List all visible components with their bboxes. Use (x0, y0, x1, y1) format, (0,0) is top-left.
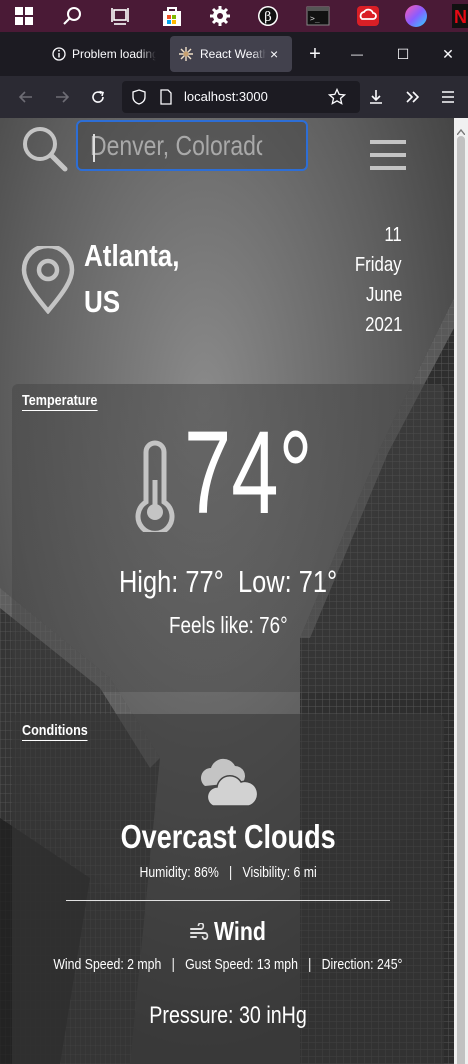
scrollbar-thumb[interactable] (457, 136, 465, 1064)
location-pin-icon (20, 246, 76, 314)
maximize-button[interactable]: ☐ (391, 42, 415, 66)
pressure-value: Pressure: 30 inHg (149, 1002, 307, 1029)
temperature-card: Temperature 74° High: 77° Low: 71° Feels… (12, 384, 444, 692)
tab-react-weather[interactable]: React Weather App × (170, 36, 292, 72)
page-icon (160, 89, 172, 105)
conditions-card: Conditions Overcast Clouds Humidity: 86%… (12, 714, 444, 1064)
hamburger-menu-icon[interactable] (370, 140, 408, 172)
date-year: 2021 (364, 314, 402, 336)
high-temperature: High: 77° (118, 564, 224, 599)
app-menu-icon[interactable] (436, 85, 460, 109)
browser-nav-bar: localhost:3000 (0, 76, 468, 118)
new-tab-button[interactable]: + (303, 42, 327, 66)
divider (66, 900, 390, 901)
task-view-icon[interactable] (106, 2, 134, 30)
back-arrow-icon[interactable] (14, 85, 38, 109)
windows-start-icon[interactable] (10, 2, 38, 30)
text-caret (93, 134, 95, 162)
separator: | (308, 956, 312, 973)
tab-problem-loading[interactable]: Problem loading page (44, 36, 164, 72)
svg-text:>_: >_ (310, 14, 320, 23)
separator: | (171, 956, 175, 973)
url-text: localhost:3000 (184, 89, 268, 104)
date-weekday: Friday (355, 254, 402, 276)
terminal-icon[interactable]: >_ (304, 2, 332, 30)
cloud-icon (197, 756, 261, 808)
search-icon[interactable] (20, 124, 68, 172)
minimize-button[interactable]: — (345, 42, 369, 66)
wind-speed-value: Wind Speed: 2 mph (53, 956, 162, 973)
date-month: June (365, 284, 402, 306)
reload-icon[interactable] (86, 85, 110, 109)
info-icon (52, 47, 66, 61)
svg-text:β: β (264, 10, 272, 25)
weather-description: Overcast Clouds (120, 818, 336, 855)
wind-title: Wind (214, 916, 267, 946)
low-temperature: Low: 71° (237, 564, 338, 599)
netflix-icon[interactable]: N (452, 2, 468, 30)
color-app-icon[interactable] (402, 2, 430, 30)
browser-tab-strip: Problem loading page React Weather App ×… (0, 32, 468, 76)
netflix-letter: N (454, 7, 467, 27)
tab-title: Problem loading page (72, 47, 156, 61)
window-close-button[interactable]: ✕ (436, 42, 460, 66)
app-icon[interactable]: β (254, 2, 282, 30)
search-box[interactable] (76, 120, 308, 171)
humidity-value: Humidity: 86% (139, 864, 219, 881)
current-temperature: 74° (184, 407, 313, 539)
tab-title: React Weather App (200, 47, 266, 61)
forward-arrow-icon[interactable] (50, 85, 74, 109)
bookmark-star-icon[interactable] (328, 88, 346, 106)
download-icon[interactable] (364, 85, 388, 109)
gust-speed-value: Gust Speed: 13 mph (185, 956, 299, 973)
visibility-value: Visibility: 6 mi (242, 864, 317, 881)
feels-like-temperature: Feels like: 76° (168, 612, 288, 638)
date-day: 11 (384, 224, 402, 246)
store-icon[interactable] (158, 2, 186, 30)
conditions-section-title: Conditions (22, 722, 88, 741)
search-icon[interactable] (58, 2, 86, 30)
temperature-section-title: Temperature (22, 392, 98, 411)
page-scrollbar[interactable] (454, 118, 468, 1064)
wind-direction-value: Direction: 245° (321, 956, 403, 973)
country-code: US (84, 284, 121, 319)
url-bar[interactable]: localhost:3000 (122, 81, 360, 113)
settings-icon[interactable] (206, 2, 234, 30)
windows-taskbar: β >_ N (0, 0, 468, 32)
overflow-chevrons-icon[interactable] (400, 85, 424, 109)
wind-icon (190, 922, 210, 941)
separator: | (228, 864, 233, 881)
shield-icon[interactable] (132, 89, 146, 105)
weather-app-page: Atlanta, US 11 Friday June 2021 Temperat… (0, 118, 454, 1064)
creative-cloud-icon[interactable] (354, 2, 382, 30)
city-search-input[interactable] (90, 128, 263, 164)
react-favicon-icon (178, 46, 194, 62)
thermometer-icon (132, 440, 178, 532)
city-name: Atlanta, (84, 238, 180, 273)
tab-close-button[interactable]: × (270, 46, 278, 62)
